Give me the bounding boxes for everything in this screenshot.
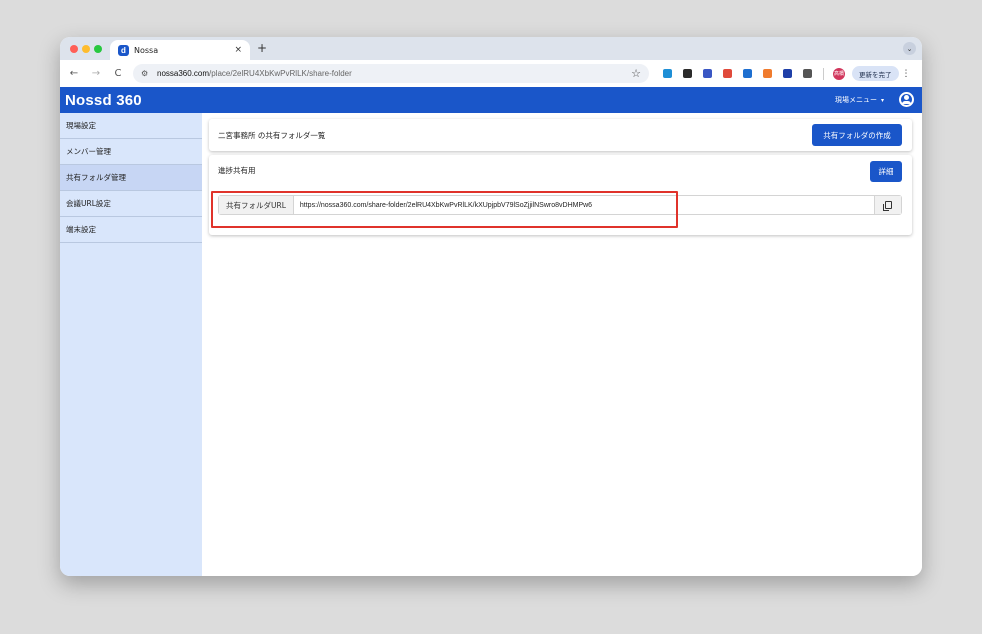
site-info-icon[interactable]: ⚙ xyxy=(141,69,153,78)
browser-tab[interactable]: d Nossa × xyxy=(110,40,250,60)
sidebar-item-label: 会議URL設定 xyxy=(66,199,111,208)
shared-folder-card: 進捗共有用 詳細 共有フォルダURL https://nossa360.com/… xyxy=(209,155,912,235)
extensions-bar: 高橋 更新を完了 ⋮ xyxy=(663,66,911,81)
tab-strip: d Nossa × + ⌄ xyxy=(60,37,922,60)
sidebar-item-label: メンバー管理 xyxy=(66,147,111,156)
folder-detail-button[interactable]: 詳細 xyxy=(870,161,902,182)
close-tab-icon[interactable]: × xyxy=(234,45,242,55)
sidebar: 現場設定 メンバー管理 共有フォルダ管理 会議URL設定 端末設定 xyxy=(60,113,202,576)
extension-icon[interactable] xyxy=(683,69,692,78)
sidebar-item-shared-folder-management[interactable]: 共有フォルダ管理 xyxy=(60,165,202,191)
caret-down-icon: ▾ xyxy=(880,96,884,104)
folder-list-header-card: 二宮事務所 の共有フォルダ一覧 共有フォルダの作成 xyxy=(209,119,912,151)
puzzle-extensions-icon[interactable] xyxy=(803,69,812,78)
bookmark-star-icon[interactable]: ☆ xyxy=(631,67,641,80)
nossa-logo[interactable]: Nossd 360 xyxy=(65,92,142,109)
sidebar-item-member-management[interactable]: メンバー管理 xyxy=(60,139,202,165)
close-window-button[interactable] xyxy=(70,45,78,53)
sidebar-item-label: 共有フォルダ管理 xyxy=(66,173,126,182)
sidebar-item-device-settings[interactable]: 端末設定 xyxy=(60,217,202,243)
share-url-field: 共有フォルダURL https://nossa360.com/share-fol… xyxy=(218,195,902,215)
account-circle-icon[interactable] xyxy=(899,92,914,107)
profile-avatar[interactable]: 高橋 xyxy=(833,67,845,80)
app-header: Nossd 360 現場メニュー ▾ xyxy=(60,87,922,113)
maximize-window-button[interactable] xyxy=(94,45,102,53)
folder-name: 進捗共有用 xyxy=(218,166,256,175)
site-menu-label: 現場メニュー xyxy=(834,96,877,104)
more-menu-icon[interactable]: ⋮ xyxy=(902,69,911,79)
share-url-label: 共有フォルダURL xyxy=(219,196,294,214)
browser-toolbar: ← → C ⚙ nossa360.com/place/2elRU4XbKwPvR… xyxy=(60,60,922,87)
sidebar-item-label: 現場設定 xyxy=(66,121,96,130)
new-tab-icon[interactable]: + xyxy=(257,41,267,55)
page-title: 二宮事務所 の共有フォルダ一覧 xyxy=(218,131,326,140)
site-menu-dropdown[interactable]: 現場メニュー ▾ xyxy=(835,95,884,105)
create-shared-folder-button[interactable]: 共有フォルダの作成 xyxy=(812,124,902,146)
browser-window: d Nossa × + ⌄ ← → C ⚙ nossa360.com/place… xyxy=(60,37,922,576)
url-host: nossa360.com xyxy=(157,69,210,78)
sidebar-item-meeting-url-settings[interactable]: 会議URL設定 xyxy=(60,191,202,217)
app-body: 現場設定 メンバー管理 共有フォルダ管理 会議URL設定 端末設定 二宮事務所 … xyxy=(60,113,922,576)
address-bar[interactable]: ⚙ nossa360.com/place/2elRU4XbKwPvRlLK/sh… xyxy=(133,64,649,83)
tab-search-icon[interactable]: ⌄ xyxy=(903,42,916,55)
forward-arrow-icon[interactable]: → xyxy=(88,68,104,79)
minimize-window-button[interactable] xyxy=(82,45,90,53)
copy-icon xyxy=(882,201,892,211)
main-content: 二宮事務所 の共有フォルダ一覧 共有フォルダの作成 進捗共有用 詳細 共有フォル… xyxy=(202,113,922,576)
extension-icon[interactable] xyxy=(703,69,712,78)
reload-icon[interactable]: C xyxy=(110,68,126,79)
sidebar-item-site-settings[interactable]: 現場設定 xyxy=(60,113,202,139)
share-url-value[interactable]: https://nossa360.com/share-folder/2elRU4… xyxy=(300,202,874,209)
url-text: nossa360.com/place/2elRU4XbKwPvRlLK/shar… xyxy=(157,69,352,78)
sidebar-item-label: 端末設定 xyxy=(66,225,96,234)
extension-icon[interactable] xyxy=(743,69,752,78)
extension-icon[interactable] xyxy=(763,69,772,78)
url-path: /place/2elRU4XbKwPvRlLK/share-folder xyxy=(209,69,352,78)
toolbar-divider xyxy=(823,67,824,80)
extension-icon[interactable] xyxy=(663,69,672,78)
extension-icon[interactable] xyxy=(723,69,732,78)
back-arrow-icon[interactable]: ← xyxy=(66,68,82,79)
tab-title: Nossa xyxy=(134,45,159,55)
copy-url-button[interactable] xyxy=(874,196,901,214)
extension-icon[interactable] xyxy=(783,69,792,78)
nossa-favicon-icon: d xyxy=(118,44,129,56)
update-button[interactable]: 更新を完了 xyxy=(852,66,899,81)
